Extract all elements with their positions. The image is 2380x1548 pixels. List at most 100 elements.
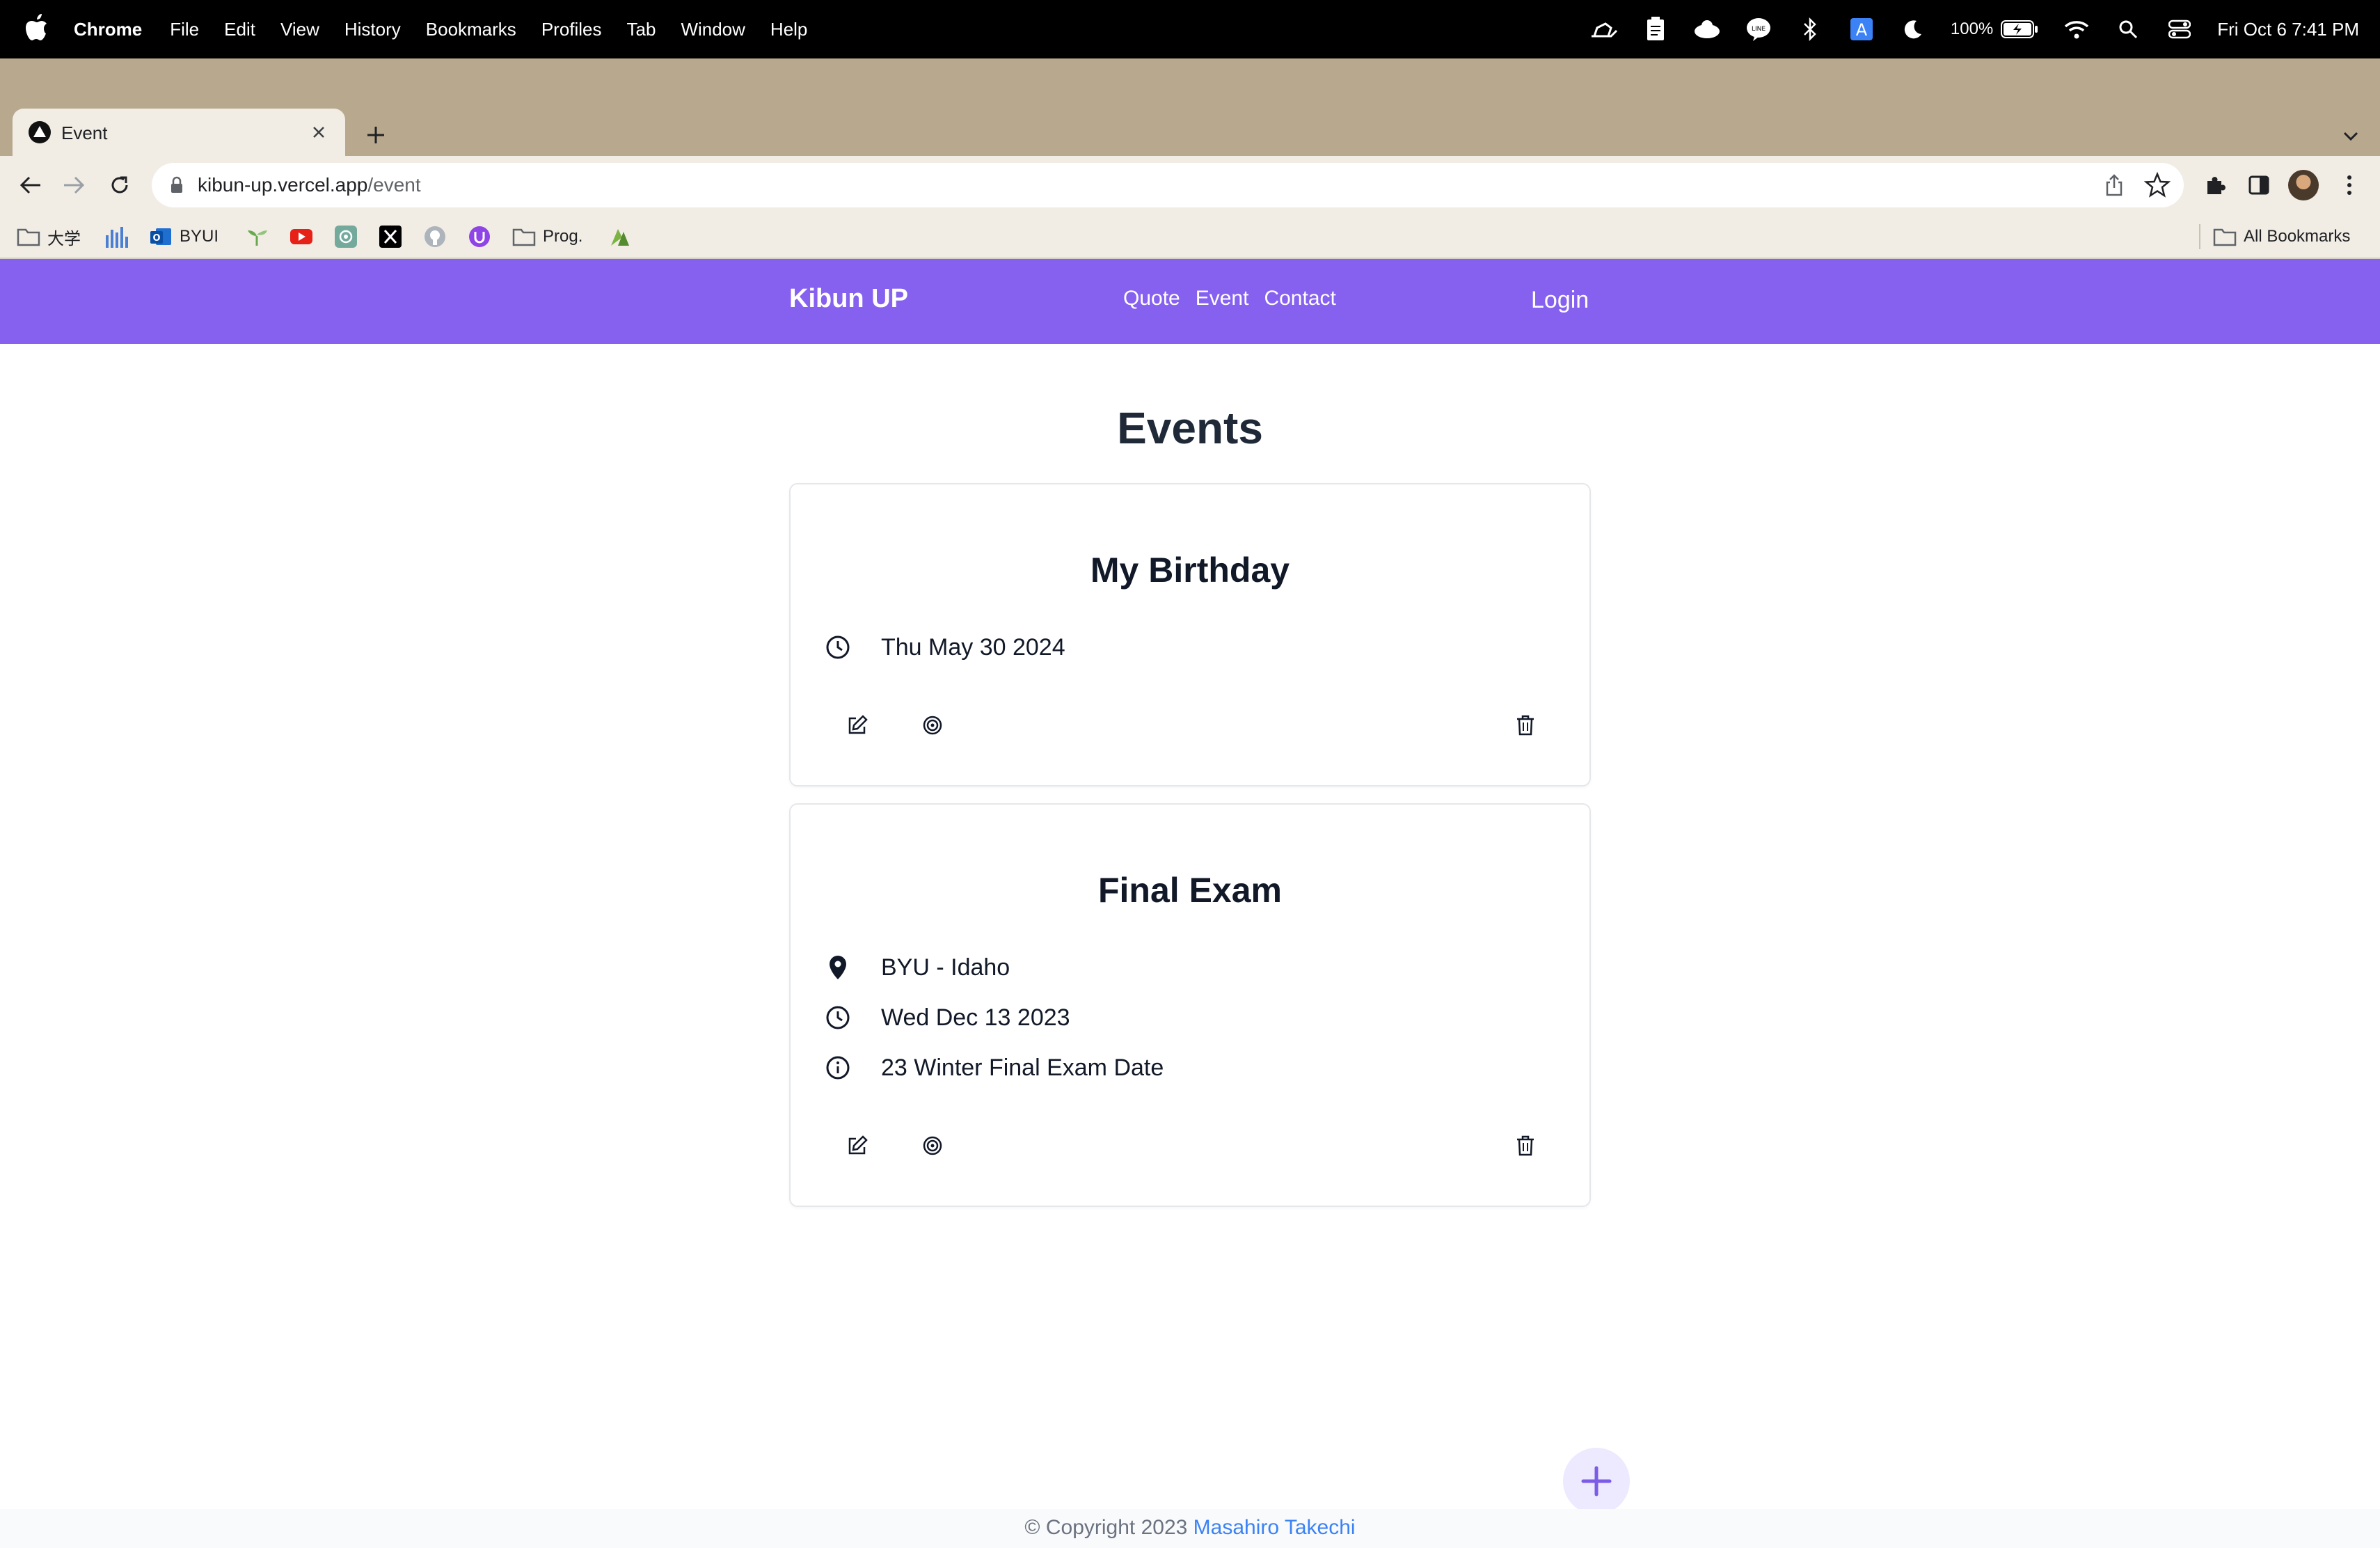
forward-arrow-icon[interactable] — [58, 170, 89, 200]
sled-app-icon[interactable] — [1590, 15, 1618, 43]
github-icon — [423, 225, 447, 248]
event-location: BYU - Idaho — [881, 954, 1010, 981]
menu-history[interactable]: History — [344, 19, 401, 40]
menu-file[interactable]: File — [170, 19, 199, 40]
all-bookmarks-button[interactable]: All Bookmarks — [2213, 223, 2350, 251]
battery-icon[interactable] — [2000, 15, 2039, 43]
target-icon[interactable] — [914, 707, 951, 743]
site-nav-links: Quote Event Contact — [1123, 287, 1336, 310]
menu-tab[interactable]: Tab — [627, 19, 656, 40]
bookmark-youtube[interactable] — [289, 223, 313, 251]
bookmark-chatgpt[interactable] — [334, 223, 358, 251]
spotlight-search-icon[interactable] — [2114, 15, 2142, 43]
svg-text:O: O — [152, 233, 160, 244]
bookmark-label: Prog. — [543, 227, 583, 246]
control-center-icon[interactable] — [2166, 15, 2193, 43]
bluetooth-icon[interactable] — [1796, 15, 1824, 43]
event-description-row: 23 Winter Final Exam Date — [824, 1051, 1164, 1084]
event-location-row: BYU - Idaho — [824, 951, 1010, 984]
site-brand-logo[interactable]: Kibun UP — [789, 284, 908, 314]
tab-title: Event — [61, 123, 108, 143]
site-navbar: Kibun UP Quote Event Contact Login — [0, 259, 2380, 344]
folder-icon — [512, 225, 536, 248]
side-panel-icon[interactable] — [2244, 170, 2274, 200]
page-title: Events — [1117, 403, 1263, 453]
trash-icon[interactable] — [1507, 1128, 1544, 1164]
browser-menu-kebab-icon[interactable] — [2334, 170, 2365, 200]
svg-text:A: A — [1856, 20, 1868, 40]
new-tab-plus-icon[interactable] — [360, 120, 391, 150]
bookmark-label: 大学 — [47, 229, 81, 248]
event-date: Wed Dec 13 2023 — [881, 1004, 1070, 1031]
bookmark-folder-university[interactable]: 大学 — [17, 223, 81, 251]
status-area: LINE A 100% Fri Oct 6 7:41 PM — [1590, 0, 2359, 58]
back-arrow-icon[interactable] — [15, 170, 46, 200]
menubar-clock[interactable]: Fri Oct 6 7:41 PM — [2217, 19, 2359, 40]
apple-logo-icon[interactable] — [25, 14, 49, 42]
lock-icon[interactable] — [167, 175, 187, 195]
menu-window[interactable]: Window — [681, 19, 745, 40]
bar-chart-icon — [104, 225, 128, 248]
cloud-app-icon[interactable] — [1693, 15, 1721, 43]
trash-icon[interactable] — [1507, 707, 1544, 743]
url-text[interactable]: kibun-up.vercel.app/event — [198, 174, 421, 196]
bookmark-x[interactable] — [379, 223, 402, 251]
footer-author-link[interactable]: Masahiro Takechi — [1193, 1516, 1356, 1539]
x-logo-icon — [379, 225, 402, 248]
tab-favicon-icon — [29, 121, 51, 143]
menu-profiles[interactable]: Profiles — [541, 19, 602, 40]
clipboard-icon[interactable] — [1642, 15, 1669, 43]
edit-icon[interactable] — [839, 707, 875, 743]
reload-icon[interactable] — [104, 170, 135, 200]
bookmark-u-app[interactable] — [468, 223, 491, 251]
url-host: kibun-up.vercel.app — [198, 174, 368, 196]
login-link[interactable]: Login — [1531, 287, 1589, 314]
tab-close-icon[interactable] — [305, 118, 333, 146]
wifi-icon[interactable] — [2063, 15, 2091, 43]
browser-tab-strip: Event — [0, 58, 2380, 156]
menu-app-chrome[interactable]: Chrome — [74, 19, 142, 40]
info-icon — [824, 1054, 852, 1082]
menu-bookmarks[interactable]: Bookmarks — [426, 19, 516, 40]
event-date-row: Wed Dec 13 2023 — [824, 1001, 1070, 1034]
menu-edit[interactable]: Edit — [224, 19, 255, 40]
bookmark-github[interactable] — [423, 223, 447, 251]
bookmark-analytics[interactable] — [104, 223, 128, 251]
footer-copyright: © Copyright 2023 — [1024, 1516, 1193, 1539]
nav-link-event[interactable]: Event — [1196, 287, 1249, 310]
clock-icon — [824, 633, 852, 661]
event-title: My Birthday — [1090, 551, 1290, 590]
map-pin-icon — [824, 954, 852, 981]
bookmark-byui[interactable]: O BYUI — [149, 223, 219, 251]
menu-view[interactable]: View — [280, 19, 319, 40]
bookmark-folder-prog[interactable]: Prog. — [512, 223, 582, 251]
menu-help[interactable]: Help — [770, 19, 807, 40]
folder-icon — [17, 225, 40, 248]
clock-icon — [824, 1004, 852, 1032]
nav-link-quote[interactable]: Quote — [1123, 287, 1180, 310]
bookmark-label: BYUI — [180, 227, 219, 246]
line-app-icon[interactable]: LINE — [1745, 15, 1772, 43]
youtube-icon — [289, 225, 313, 248]
focus-moon-icon[interactable] — [1899, 15, 1927, 43]
outlook-icon: O — [149, 225, 173, 248]
edit-icon[interactable] — [839, 1128, 875, 1164]
tab-search-chevron-down-icon[interactable] — [2337, 123, 2365, 150]
plus-icon — [1581, 1466, 1612, 1496]
sprout-icon — [245, 225, 269, 248]
bookmark-sprout[interactable] — [245, 223, 269, 251]
event-card: Final Exam BYU - Idaho Wed Dec 13 2023 2… — [789, 803, 1591, 1207]
menu-list: Chrome File Edit View History Bookmarks … — [74, 0, 832, 58]
bookmark-leaf-app[interactable] — [608, 223, 632, 251]
target-icon[interactable] — [914, 1128, 951, 1164]
share-icon[interactable] — [2102, 173, 2127, 198]
address-bar[interactable]: kibun-up.vercel.app/event — [152, 163, 2184, 207]
input-source-icon[interactable]: A — [1848, 15, 1875, 43]
profile-avatar[interactable] — [2288, 170, 2319, 200]
browser-tab-active[interactable]: Event — [13, 109, 345, 156]
nav-link-contact[interactable]: Contact — [1264, 287, 1335, 310]
extensions-puzzle-icon[interactable] — [2200, 170, 2231, 200]
add-event-button[interactable] — [1563, 1448, 1630, 1515]
browser-toolbar: kibun-up.vercel.app/event — [0, 156, 2380, 214]
bookmark-star-icon[interactable] — [2143, 171, 2171, 199]
